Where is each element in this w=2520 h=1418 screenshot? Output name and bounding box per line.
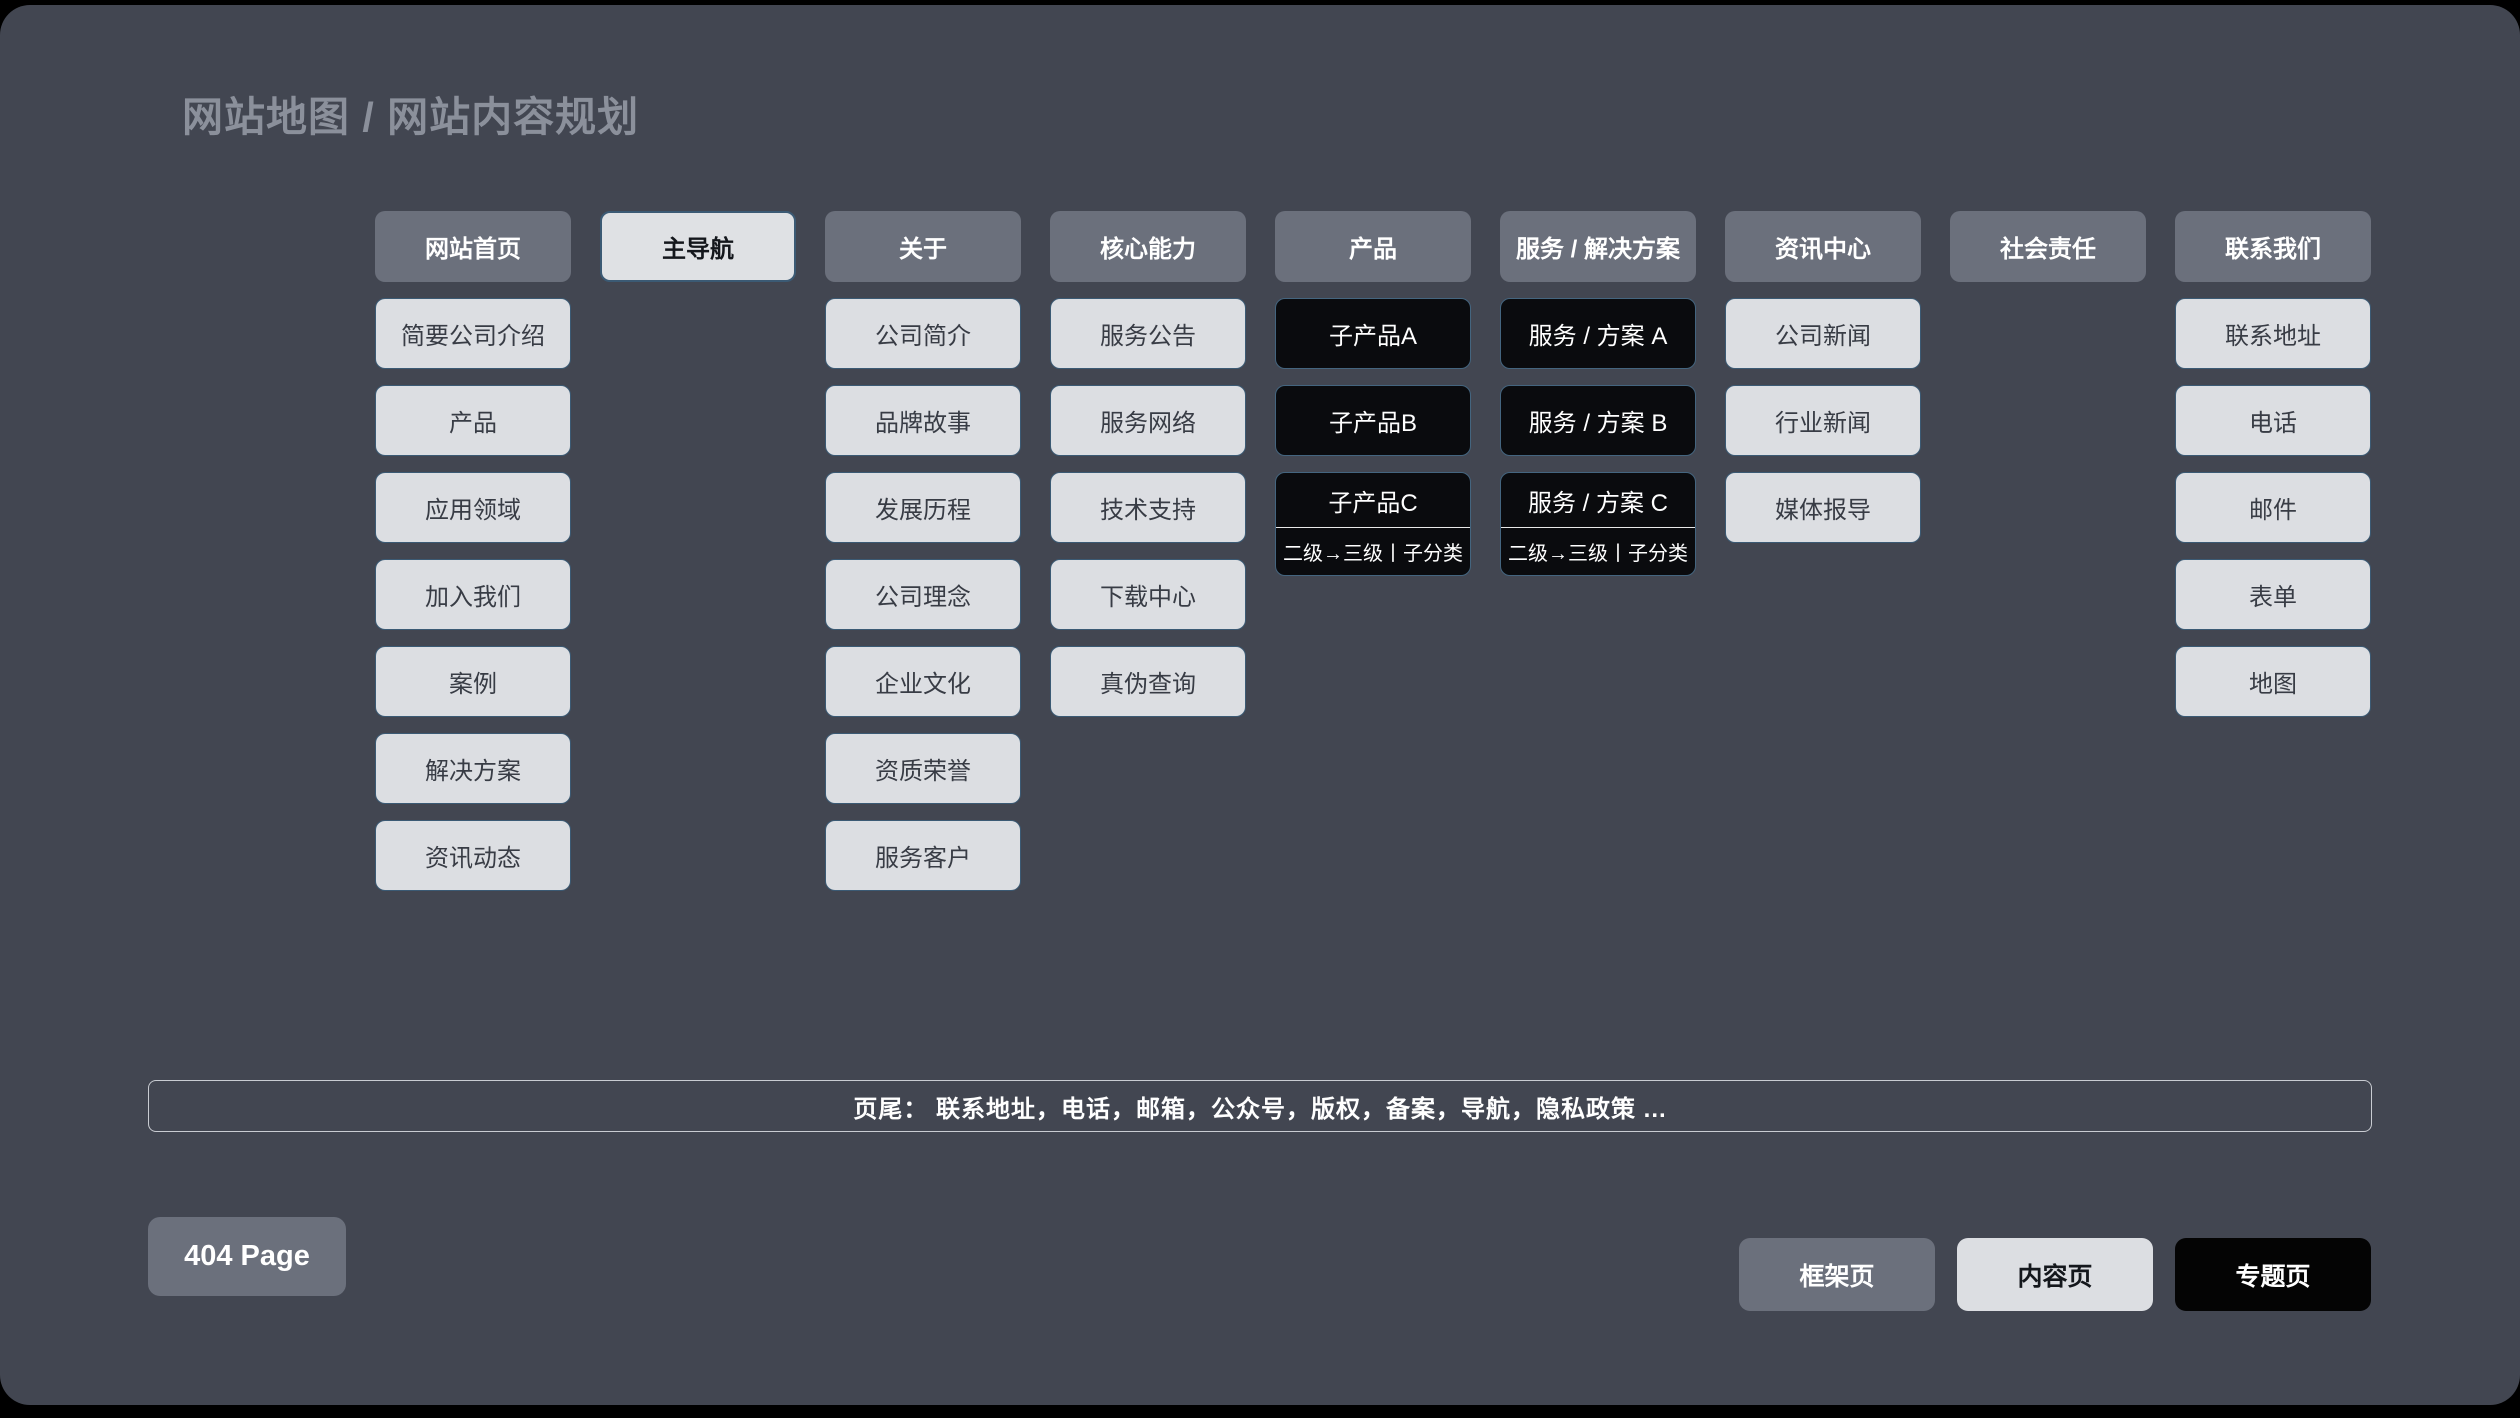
sitemap-node-special[interactable]: 子产品A [1275, 298, 1471, 369]
footer-node[interactable]: 页尾： 联系地址，电话，邮箱，公众号，版权，备案，导航，隐私政策 ... [148, 1080, 2372, 1132]
header-node-home[interactable]: 网站首页 [375, 211, 571, 282]
sitemap-node-special[interactable]: 子产品C 二级→三级丨子分类 [1275, 472, 1471, 576]
column-capabilities: 核心能力 服务公告 服务网络 技术支持 下载中心 真伪查询 [1050, 211, 1246, 717]
sitemap-node-label: 服务 / 方案 C [1501, 474, 1695, 527]
header-node-contact[interactable]: 联系我们 [2175, 211, 2371, 282]
sitemap-node[interactable]: 技术支持 [1050, 472, 1246, 543]
sitemap-node[interactable]: 资质荣誉 [825, 733, 1021, 804]
sitemap-node-special[interactable]: 服务 / 方案 C 二级→三级丨子分类 [1500, 472, 1696, 576]
sitemap-node-special[interactable]: 服务 / 方案 A [1500, 298, 1696, 369]
sitemap-node[interactable]: 媒体报导 [1725, 472, 1921, 543]
sitemap-node[interactable]: 真伪查询 [1050, 646, 1246, 717]
legend: 框架页 内容页 专题页 [1739, 1238, 2371, 1311]
sitemap-node[interactable]: 解决方案 [375, 733, 571, 804]
sitemap-node[interactable]: 下载中心 [1050, 559, 1246, 630]
header-node-about[interactable]: 关于 [825, 211, 1021, 282]
sitemap-node[interactable]: 服务网络 [1050, 385, 1246, 456]
sitemap-node[interactable]: 企业文化 [825, 646, 1021, 717]
sitemap-node[interactable]: 资讯动态 [375, 820, 571, 891]
sitemap-canvas: 网站地图 / 网站内容规划 网站首页 简要公司介绍 产品 应用领域 加入我们 案… [0, 5, 2520, 1405]
sitemap-node-special[interactable]: 服务 / 方案 B [1500, 385, 1696, 456]
sitemap-node[interactable]: 服务客户 [825, 820, 1021, 891]
sitemap-node[interactable]: 产品 [375, 385, 571, 456]
header-node-products[interactable]: 产品 [1275, 211, 1471, 282]
sitemap-node-sublabel: 二级→三级丨子分类 [1501, 528, 1695, 575]
sitemap-node[interactable]: 加入我们 [375, 559, 571, 630]
sitemap-node-special[interactable]: 子产品B [1275, 385, 1471, 456]
column-csr: 社会责任 [1950, 211, 2146, 282]
header-node-main-nav[interactable]: 主导航 [600, 211, 796, 282]
sitemap-node[interactable]: 行业新闻 [1725, 385, 1921, 456]
sitemap-node[interactable]: 公司新闻 [1725, 298, 1921, 369]
sitemap-node-label: 子产品C [1276, 474, 1470, 527]
sitemap-node[interactable]: 地图 [2175, 646, 2371, 717]
column-about: 关于 公司简介 品牌故事 发展历程 公司理念 企业文化 资质荣誉 服务客户 [825, 211, 1021, 891]
sitemap-node[interactable]: 联系地址 [2175, 298, 2371, 369]
sitemap-node[interactable]: 应用领域 [375, 472, 571, 543]
legend-content-page[interactable]: 内容页 [1957, 1238, 2153, 1311]
sitemap-node[interactable]: 表单 [2175, 559, 2371, 630]
header-node-news[interactable]: 资讯中心 [1725, 211, 1921, 282]
sitemap-node[interactable]: 邮件 [2175, 472, 2371, 543]
header-node-capabilities[interactable]: 核心能力 [1050, 211, 1246, 282]
sitemap-node[interactable]: 公司简介 [825, 298, 1021, 369]
header-node-csr[interactable]: 社会责任 [1950, 211, 2146, 282]
sitemap-node[interactable]: 服务公告 [1050, 298, 1246, 369]
column-products: 产品 子产品A 子产品B 子产品C 二级→三级丨子分类 [1275, 211, 1471, 576]
column-main-nav: 主导航 [600, 211, 796, 282]
legend-special-page[interactable]: 专题页 [2175, 1238, 2371, 1311]
sitemap-node[interactable]: 发展历程 [825, 472, 1021, 543]
column-home: 网站首页 简要公司介绍 产品 应用领域 加入我们 案例 解决方案 资讯动态 [375, 211, 571, 891]
page-404-node[interactable]: 404 Page [148, 1217, 346, 1296]
sitemap-node[interactable]: 案例 [375, 646, 571, 717]
column-news: 资讯中心 公司新闻 行业新闻 媒体报导 [1725, 211, 1921, 543]
page-title: 网站地图 / 网站内容规划 [182, 83, 639, 143]
sitemap-node[interactable]: 电话 [2175, 385, 2371, 456]
legend-frame-page[interactable]: 框架页 [1739, 1238, 1935, 1311]
sitemap-node-sublabel: 二级→三级丨子分类 [1276, 528, 1470, 575]
sitemap-node[interactable]: 品牌故事 [825, 385, 1021, 456]
header-node-services[interactable]: 服务 / 解决方案 [1500, 211, 1696, 282]
sitemap-node[interactable]: 公司理念 [825, 559, 1021, 630]
sitemap-node[interactable]: 简要公司介绍 [375, 298, 571, 369]
column-services: 服务 / 解决方案 服务 / 方案 A 服务 / 方案 B 服务 / 方案 C … [1500, 211, 1696, 576]
column-contact: 联系我们 联系地址 电话 邮件 表单 地图 [2175, 211, 2371, 717]
